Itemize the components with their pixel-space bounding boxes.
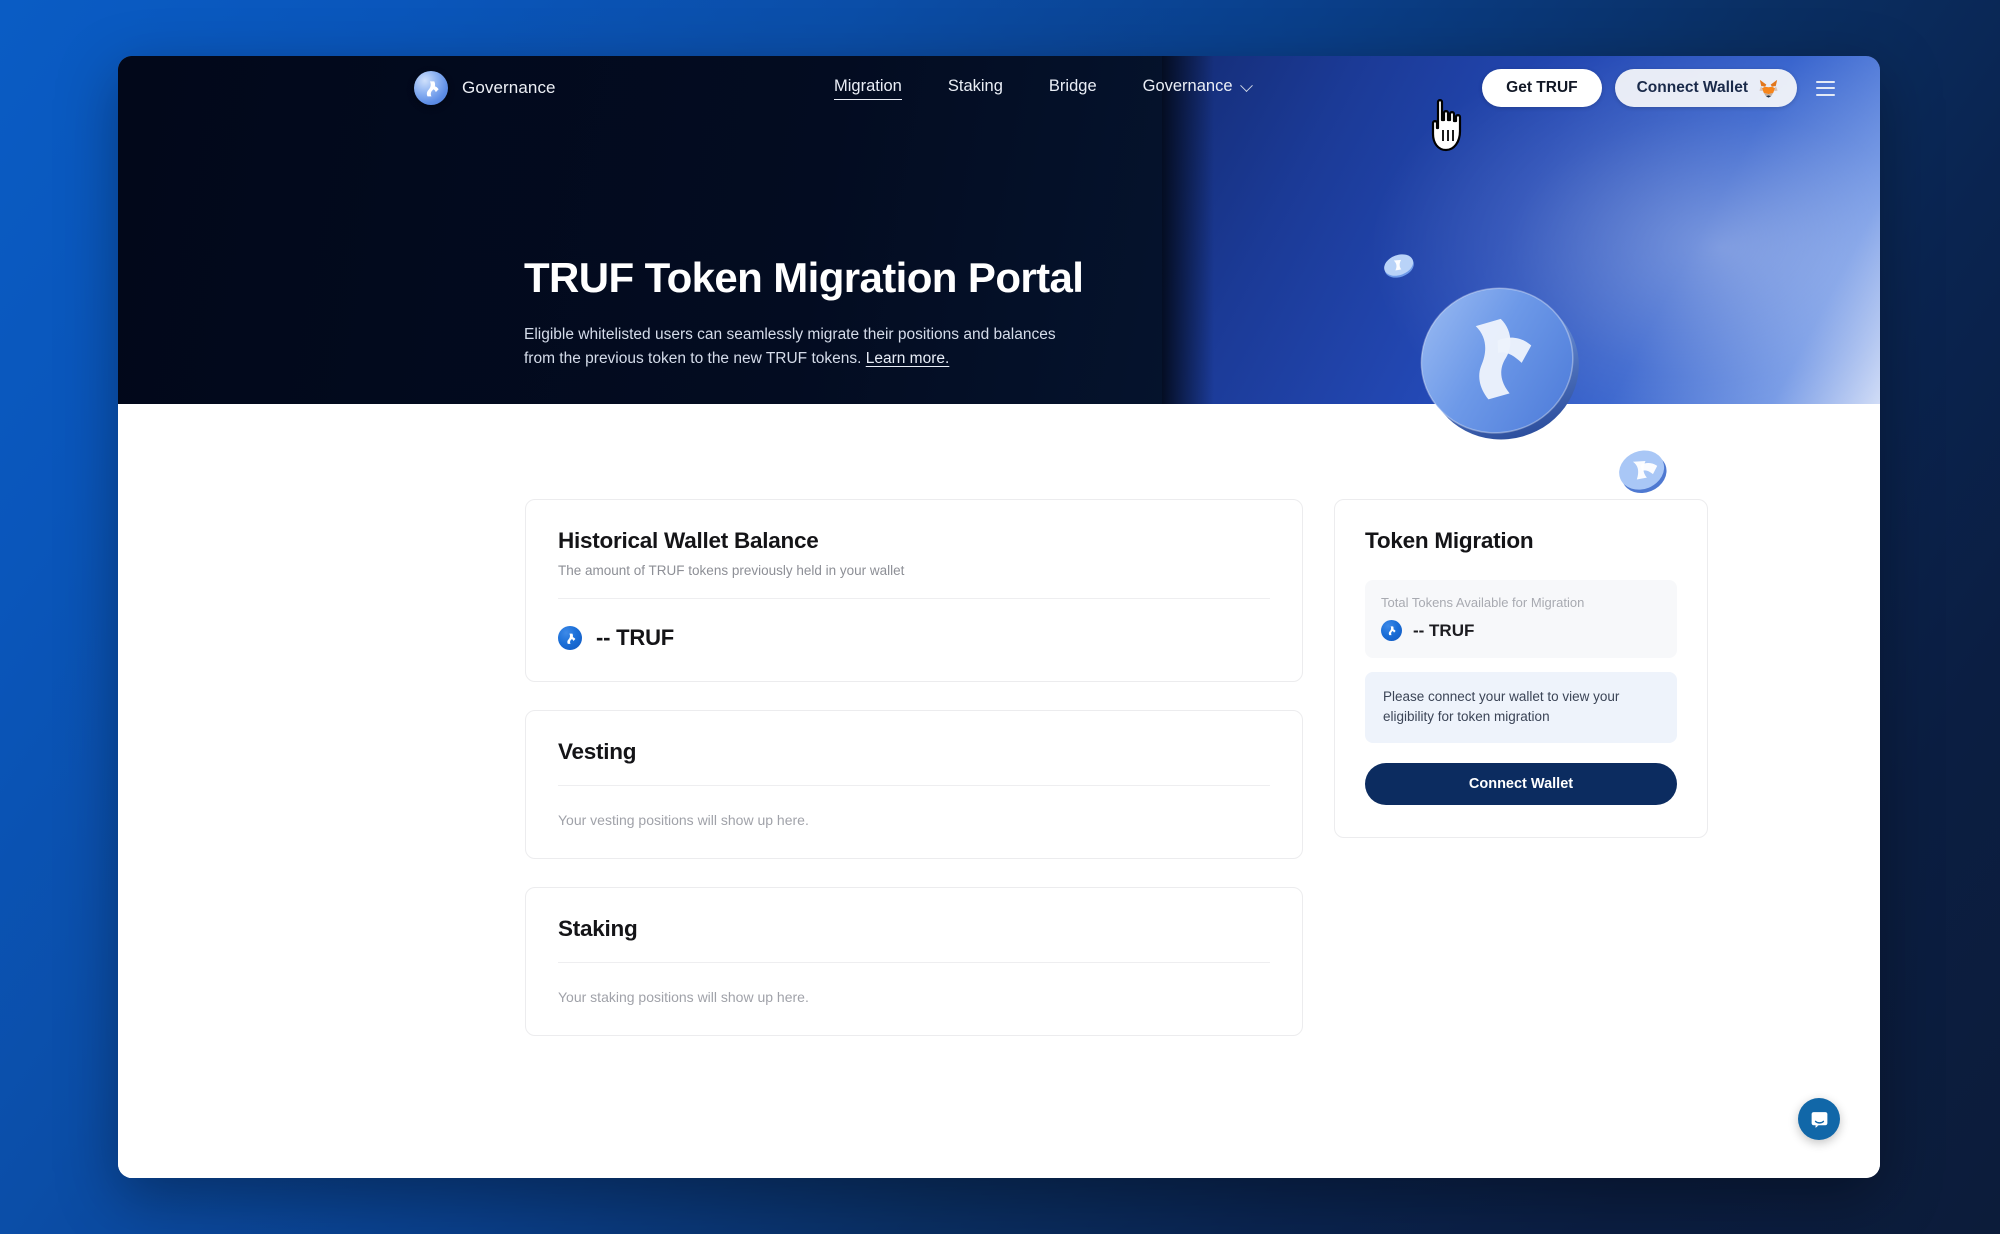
app-window: Governance Migration Staking Bridge Gove… [118,56,1880,1178]
get-truf-button[interactable]: Get TRUF [1482,69,1602,107]
hero-coin-small-top-icon [1384,254,1414,278]
learn-more-link[interactable]: Learn more. [866,350,950,367]
staking-empty-state: Your staking positions will show up here… [558,989,809,1005]
main-content: Historical Wallet Balance The amount of … [118,404,1880,1178]
hero-coin-large-icon [1420,287,1579,440]
nav-actions: Get TRUF Connect Wallet [1482,69,1842,107]
card-divider [558,598,1270,599]
connect-wallet-nav-label: Connect Wallet [1636,79,1748,96]
brand-logo-group[interactable]: Governance [414,71,556,105]
token-migration-title: Token Migration [1365,528,1534,553]
page-title: TRUF Token Migration Portal [524,254,1084,301]
truflation-logo-icon [414,71,448,105]
hero-section: Governance Migration Staking Bridge Gove… [118,56,1880,494]
vesting-empty-state: Your vesting positions will show up here… [558,812,809,828]
historical-wallet-subtitle: The amount of TRUF tokens previously hel… [558,563,905,578]
available-tokens-amount: -- TRUF [1413,620,1475,640]
hero-subtitle-text: Eligible whitelisted users can seamlessl… [524,326,1056,368]
metamask-fox-icon [1759,79,1778,98]
nav-links: Migration Staking Bridge Governance [834,77,1253,100]
available-tokens-row: -- TRUF [1381,620,1661,641]
connect-wallet-card-button[interactable]: Connect Wallet [1365,763,1677,806]
nav-link-governance-label[interactable]: Governance [1143,77,1233,99]
historical-wallet-balance-card: Historical Wallet Balance The amount of … [525,499,1303,682]
card-divider [558,962,1270,963]
intercom-launcher-button[interactable] [1798,1098,1840,1140]
connect-wallet-nav-button[interactable]: Connect Wallet [1614,69,1797,107]
nav-link-bridge[interactable]: Bridge [1049,77,1097,99]
truf-token-icon [1381,620,1402,641]
hero-copy: TRUF Token Migration Portal Eligible whi… [524,254,1144,371]
historical-balance-amount: -- TRUF [596,625,675,650]
sidebar-column: Token Migration Total Tokens Available f… [1334,499,1708,839]
card-divider [558,785,1270,786]
truf-token-icon [558,626,582,650]
vesting-card: Vesting Your vesting positions will show… [525,710,1303,859]
nav-link-governance[interactable]: Governance [1143,77,1253,99]
available-tokens-box: Total Tokens Available for Migration -- … [1365,580,1677,658]
hero-coin-small-bottom-icon [1619,450,1667,494]
primary-cards-column: Historical Wallet Balance The amount of … [525,499,1303,1036]
historical-balance-row: -- TRUF [558,625,1270,651]
nav-link-staking[interactable]: Staking [948,77,1003,99]
token-migration-card: Token Migration Total Tokens Available f… [1334,499,1708,839]
wallet-notice: Please connect your wallet to view your … [1365,672,1677,744]
chevron-down-icon [1239,78,1253,92]
available-tokens-label: Total Tokens Available for Migration [1381,595,1585,610]
hero-subtitle: Eligible whitelisted users can seamlessl… [524,323,1064,371]
staking-card: Staking Your staking positions will show… [525,887,1303,1036]
historical-wallet-title: Historical Wallet Balance [558,528,819,553]
nav-link-migration[interactable]: Migration [834,77,902,100]
hamburger-menu-icon[interactable] [1816,75,1842,101]
vesting-title: Vesting [558,739,637,764]
top-navbar: Governance Migration Staking Bridge Gove… [118,56,1880,120]
staking-title: Staking [558,916,638,941]
brand-name: Governance [462,78,556,97]
chat-bubble-icon [1811,1111,1827,1128]
